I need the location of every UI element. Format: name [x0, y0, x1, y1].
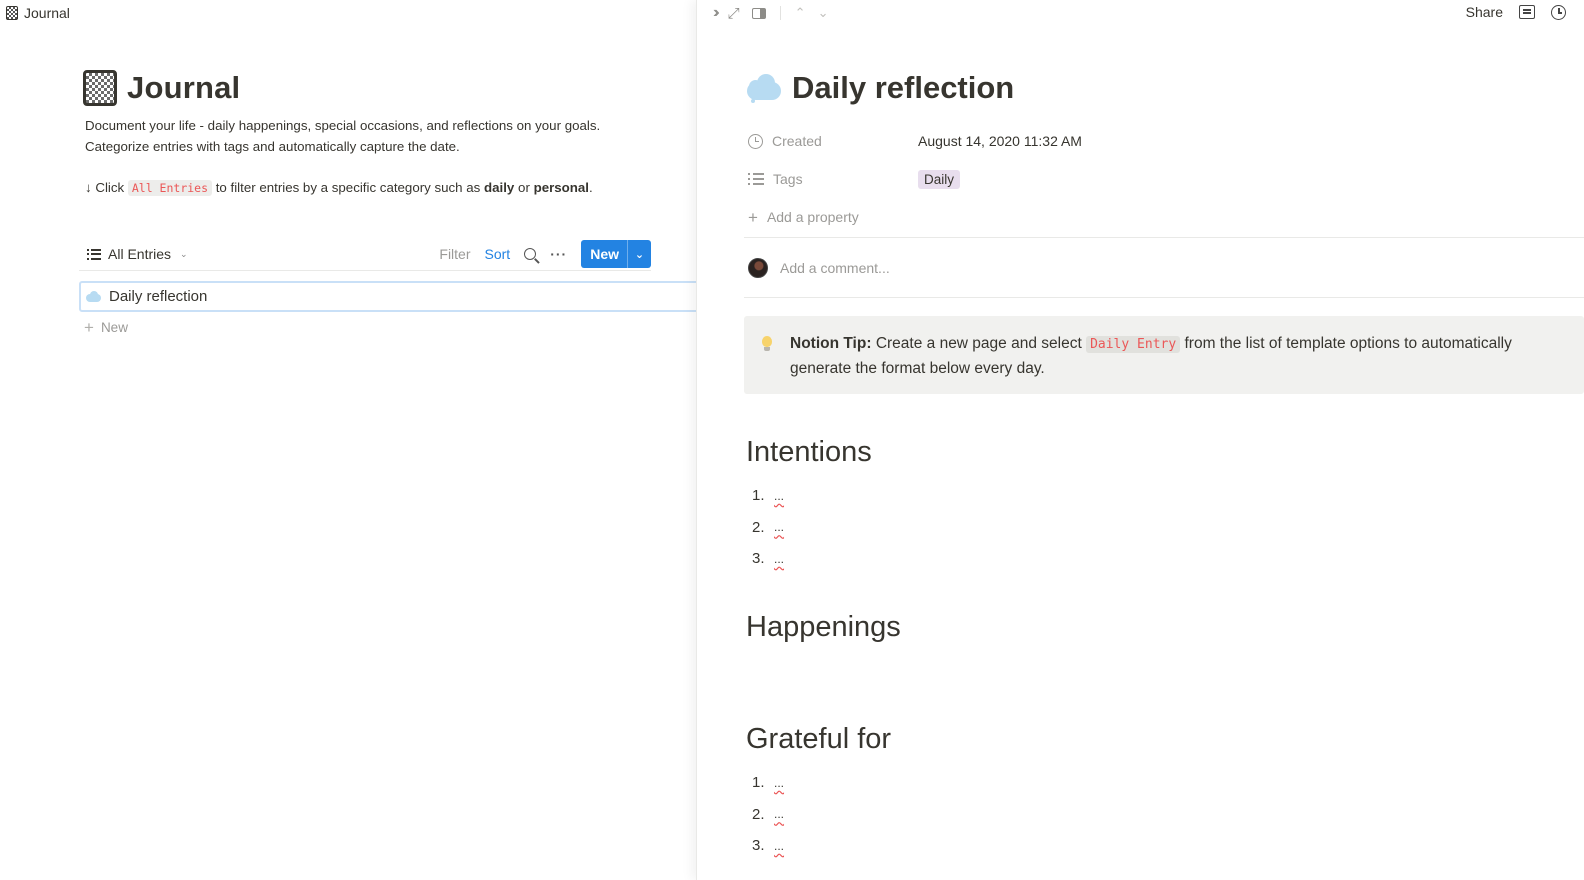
comment-box[interactable]: Add a comment...: [748, 258, 890, 278]
hint-text: .: [589, 180, 593, 196]
close-peek-icon[interactable]: ››: [713, 4, 719, 22]
hint-bold: daily: [484, 180, 515, 196]
section-heading[interactable]: Grateful for: [746, 723, 891, 756]
chevron-down-icon: ⌄: [180, 248, 188, 259]
property-label[interactable]: Created: [748, 133, 918, 149]
hint-text: to filter entries by a specific category…: [215, 180, 481, 196]
divider: [744, 297, 1584, 298]
side-peek-icon[interactable]: [751, 7, 766, 19]
list-item[interactable]: 2....: [752, 512, 784, 544]
plus-icon: +: [748, 207, 758, 227]
filter-button[interactable]: Filter: [439, 246, 470, 262]
new-entry-button: New ⌄: [581, 240, 651, 268]
cloud-icon: [86, 291, 101, 302]
list-item-text: ...: [774, 551, 785, 566]
list-item-text: ...: [774, 775, 785, 790]
page-title[interactable]: Journal: [127, 70, 240, 106]
property-name: Created: [772, 133, 822, 149]
list-item-text: ...: [774, 488, 785, 503]
expand-icon[interactable]: ⤢: [728, 5, 740, 22]
view-actions: Filter Sort ··· New ⌄: [439, 240, 651, 268]
list-item[interactable]: 1....: [752, 480, 784, 512]
add-new-row[interactable]: + New: [84, 319, 128, 336]
search-icon[interactable]: [524, 248, 537, 260]
property-label[interactable]: Tags: [748, 171, 918, 187]
clock-icon: [748, 133, 763, 149]
inline-code: All Entries: [127, 180, 213, 197]
new-button-label[interactable]: New: [581, 240, 627, 268]
list-item-title: Daily reflection: [109, 288, 208, 305]
new-row-label: New: [100, 320, 128, 335]
plus-icon: +: [84, 318, 94, 337]
hint-bold: personal: [533, 180, 589, 196]
property-tags: Tags Daily: [748, 160, 1568, 198]
notebook-icon[interactable]: [83, 70, 117, 106]
multi-select-icon: [748, 173, 764, 185]
list-view-icon: [87, 248, 101, 260]
filter-hint: ↓ Click All Entries to filter entries by…: [85, 178, 605, 199]
callout-block[interactable]: Notion Tip: Create a new page and select…: [744, 316, 1584, 394]
section-heading[interactable]: Happenings: [746, 611, 901, 644]
add-property-label: Add a property: [766, 209, 859, 225]
list-item[interactable]: 3....: [752, 543, 784, 575]
property-value[interactable]: August 14, 2020 11:32 AM: [918, 133, 1082, 149]
view-toolbar: All Entries ⌄ Filter Sort ··· New ⌄: [79, 238, 651, 271]
lightbulb-icon: [760, 336, 774, 394]
property-name: Tags: [773, 171, 803, 187]
comment-placeholder: Add a comment...: [780, 260, 890, 276]
breadcrumb[interactable]: Journal: [6, 5, 70, 21]
page-header: Daily reflection: [746, 70, 1014, 106]
page-title[interactable]: Daily reflection: [792, 70, 1014, 106]
list-item[interactable]: 1....: [752, 767, 784, 799]
view-selector[interactable]: All Entries ⌄: [79, 246, 188, 262]
tag-badge[interactable]: Daily: [918, 169, 961, 189]
section-heading[interactable]: Intentions: [746, 436, 872, 469]
list-item[interactable]: 3....: [752, 830, 784, 862]
hint-prefix: ↓ Click: [85, 180, 125, 196]
database-description: Document your life - daily happenings, s…: [85, 116, 605, 199]
divider: [779, 6, 781, 20]
list-item-text: ...: [774, 520, 785, 535]
callout-bold: Notion Tip:: [790, 335, 872, 352]
breadcrumb-label: Journal: [24, 5, 70, 21]
history-icon[interactable]: [1551, 4, 1566, 20]
description-line: Document your life - daily happenings, s…: [85, 118, 601, 133]
comments-icon[interactable]: [1519, 5, 1535, 19]
peek-nav: ›› ⤢ ⌃ ⌄: [713, 4, 828, 22]
inline-code: Daily Entry: [1086, 336, 1181, 353]
peek-actions: Share: [1466, 4, 1566, 20]
description-line: Categorize entries with tags and automat…: [85, 138, 460, 154]
database-title: Journal: [83, 70, 240, 106]
avatar: [748, 258, 768, 278]
list-item-text: ...: [774, 838, 785, 853]
list-item[interactable]: 2....: [752, 799, 784, 831]
peek-toolbar: ›› ⤢ ⌃ ⌄ Share: [697, 0, 1584, 26]
cloud-icon[interactable]: [746, 71, 782, 105]
share-button[interactable]: Share: [1466, 4, 1503, 20]
chevron-down-icon[interactable]: ⌄: [818, 5, 829, 21]
numbered-list: 1.... 2.... 3....: [752, 767, 784, 862]
numbered-list: 1.... 2.... 3....: [752, 480, 784, 575]
chevron-down-icon[interactable]: ⌄: [627, 240, 651, 268]
list-item-text: ...: [774, 807, 785, 822]
sort-button[interactable]: Sort: [485, 246, 511, 262]
property-created: Created August 14, 2020 11:32 AM: [748, 122, 1568, 160]
chevron-up-icon[interactable]: ⌃: [795, 5, 806, 21]
more-options-icon[interactable]: ···: [550, 246, 567, 262]
add-property-button[interactable]: + Add a property: [748, 198, 1568, 236]
database-pane: Journal Journal Document your life - dai…: [0, 0, 701, 880]
callout-text: Notion Tip: Create a new page and select…: [790, 332, 1560, 394]
hint-text: or: [518, 180, 530, 196]
page-properties: Created August 14, 2020 11:32 AM Tags Da…: [748, 122, 1568, 236]
callout-body: Create a new page and select: [875, 335, 1082, 352]
view-name: All Entries: [108, 246, 172, 262]
divider: [744, 237, 1584, 238]
list-item[interactable]: Daily reflection: [79, 281, 701, 312]
peek-page-pane: ›› ⤢ ⌃ ⌄ Share Daily reflection Created …: [697, 0, 1584, 880]
notebook-icon: [6, 6, 18, 20]
